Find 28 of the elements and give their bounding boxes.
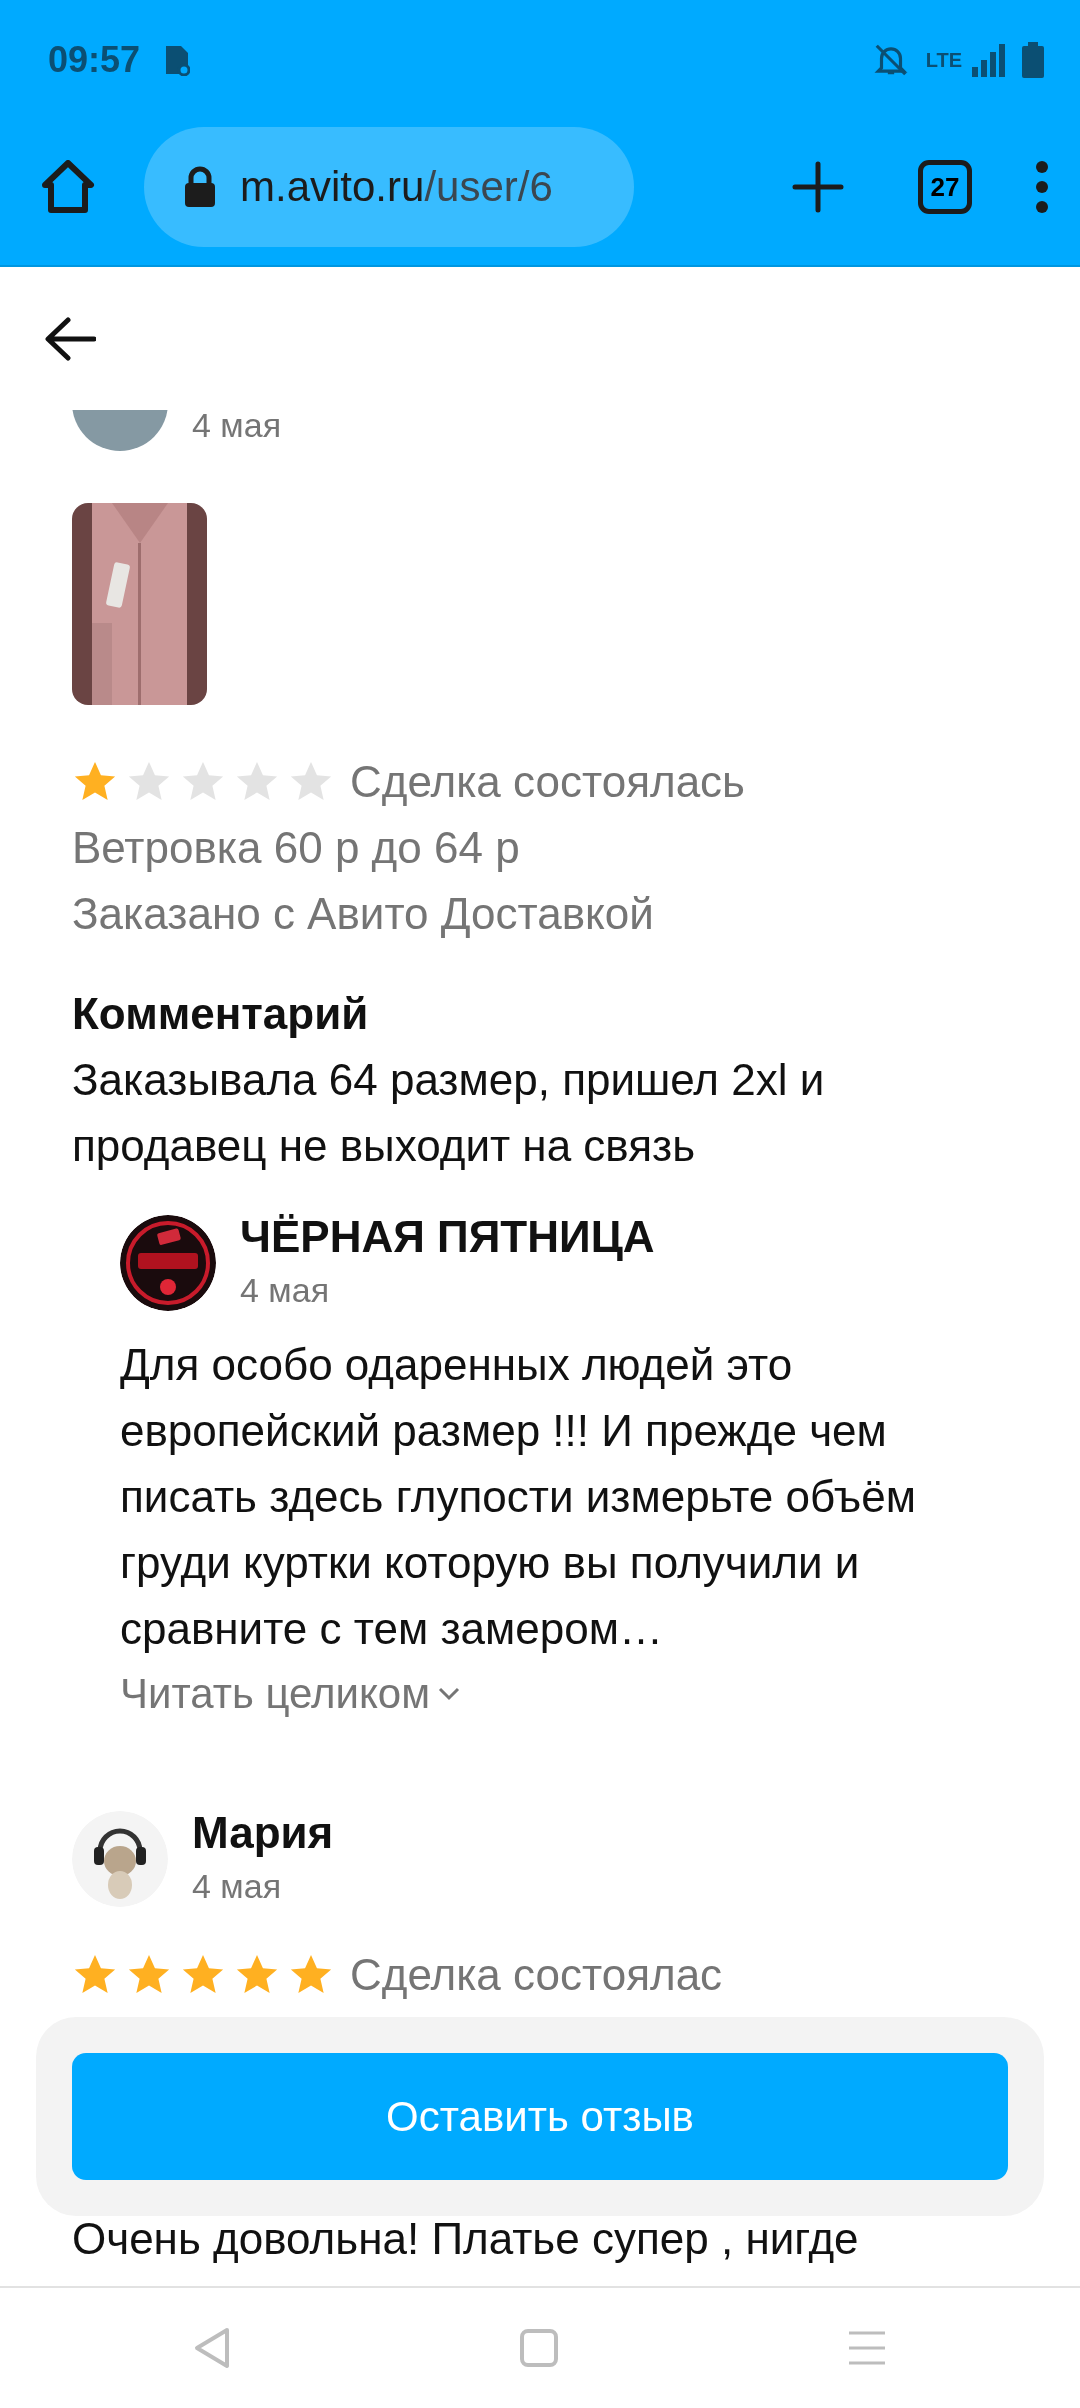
- back-arrow-icon[interactable]: [44, 316, 96, 361]
- deal-status: Сделка состоялась: [350, 756, 746, 808]
- network-type: LTE: [925, 48, 962, 73]
- reply-text: Для особо одаренных людей это европейский размер !!! И прежде чем писать здесь глупости измерьте объём груди куртки которую вы получили и сравните с тем замером…: [120, 1339, 917, 1655]
- tab-count-button[interactable]: 27: [918, 159, 972, 214]
- reviewer-name: Мария: [192, 1807, 334, 1859]
- review-date: 4 мая: [192, 1866, 283, 1907]
- signal-icon: [970, 43, 1006, 77]
- comment-text: Заказывала 64 размер, пришел 2xl и продавец не выходит на связь: [72, 1054, 826, 1172]
- plus-icon[interactable]: [792, 160, 844, 213]
- clock-time: 09:57: [48, 38, 141, 82]
- seller-name: ЧЁРНАЯ ПЯТНИЦА: [240, 1211, 655, 1263]
- address-bar[interactable]: m.avito.ru/user/6: [144, 126, 634, 247]
- sim-settings-icon: [164, 44, 191, 76]
- comment-label: Комментарий: [72, 988, 370, 1040]
- item-title: Ветровка 60 р до 64 р: [72, 822, 521, 874]
- reply-date: 4 мая: [240, 1270, 331, 1311]
- lock-icon: [184, 165, 216, 208]
- comment-text: Очень довольна! Платье супер , нигде: [72, 2214, 860, 2264]
- read-more-link[interactable]: Читать целиком: [120, 1662, 461, 1725]
- url-text: m.avito.ru/user/6: [240, 162, 553, 212]
- review-date: 4 мая: [192, 410, 282, 446]
- deal-status: Сделка состоялас: [350, 1949, 723, 2001]
- more-icon[interactable]: [1034, 159, 1050, 214]
- chevron-down-icon: [438, 1686, 461, 1701]
- battery-icon: [1022, 42, 1044, 78]
- home-icon[interactable]: [40, 159, 96, 214]
- delivery-note: Заказано с Авито Доставкой: [72, 888, 655, 940]
